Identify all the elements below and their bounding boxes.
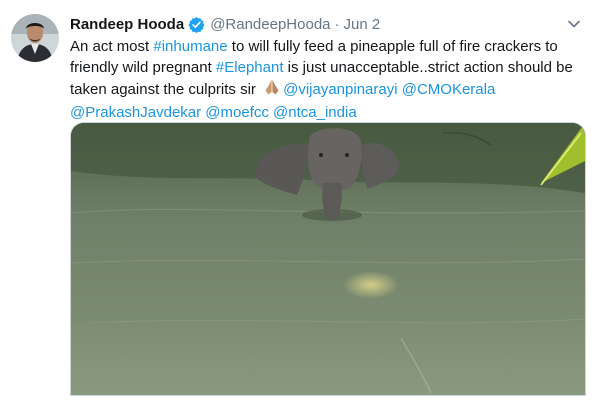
tweet-text-segment: to will fully feed a pineapple full of f… (227, 38, 558, 55)
tweet-text-line: friendly wild pregnant #Elephant is just… (70, 58, 590, 79)
tweet-text: An act most #inhumane to will fully feed… (70, 37, 590, 123)
tweet-header: Randeep Hooda @RandeepHooda · Jun 2 (70, 13, 380, 35)
tweet-text-line: An act most #inhumane to will fully feed… (70, 37, 590, 58)
mention-link-cmokerala[interactable]: @CMOKerala (402, 81, 496, 98)
tweet-text-line: taken against the culprits sir @vijayanp… (70, 78, 590, 103)
mention-link-prakashjavdekar[interactable]: @PrakashJavdekar (70, 104, 201, 121)
tweet-text-segment: friendly wild pregnant (70, 58, 216, 76)
mention-link-vijayanpinarayi[interactable]: @vijayanpinarayi (283, 81, 397, 98)
avatar-image (11, 14, 59, 62)
header-separator: · (334, 15, 340, 33)
tweet-text-segment: An act most (70, 38, 154, 55)
elephant-photo (71, 123, 585, 395)
verified-badge-icon (188, 16, 205, 33)
hashtag-link-elephant[interactable]: #Elephant (216, 59, 284, 76)
tweet-text-line: @PrakashJavdekar @moefcc @ntca_india (70, 103, 590, 124)
mention-link-ntca_india[interactable]: @ntca_india (273, 104, 357, 121)
tweet-text-segment: taken against the culprits sir (70, 81, 261, 98)
author-name[interactable]: Randeep Hooda (70, 16, 184, 33)
avatar[interactable] (11, 14, 59, 62)
mention-link-moefcc[interactable]: @moefcc (205, 104, 269, 121)
tweet[interactable]: Randeep Hooda @RandeepHooda · Jun 2 An a… (0, 0, 600, 400)
hashtag-link-inhumane[interactable]: #inhumane (153, 38, 227, 55)
tweet-date[interactable]: Jun 2 (344, 16, 381, 33)
tweet-media-photo[interactable] (70, 122, 586, 396)
author-handle[interactable]: @RandeepHooda (210, 16, 330, 33)
folded-hands-emoji (263, 78, 281, 103)
tweet-text-segment: is just unacceptable..strict action shou… (283, 58, 573, 76)
chevron-down-icon[interactable] (566, 16, 582, 32)
